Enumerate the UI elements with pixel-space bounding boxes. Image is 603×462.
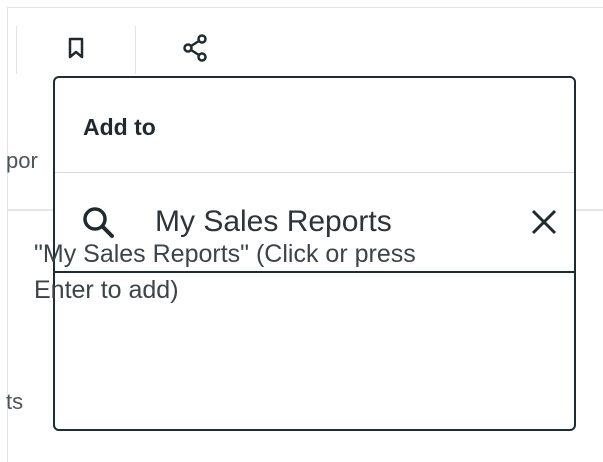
popover-header: Add to — [55, 78, 574, 173]
share-icon — [183, 34, 207, 62]
clear-search-button[interactable] — [525, 203, 563, 241]
popover-title: Add to — [83, 114, 156, 140]
close-icon — [531, 209, 557, 235]
background-partial-text: por — [6, 148, 38, 173]
add-suggestion-item[interactable]: "My Sales Reports" (Click or press Enter… — [34, 236, 474, 308]
background-partial-text: ts — [6, 389, 24, 414]
bookmark-icon — [68, 37, 84, 59]
bookmark-button[interactable] — [58, 30, 94, 66]
share-button[interactable] — [177, 30, 213, 66]
background-top-border — [8, 7, 603, 8]
toolbar-divider — [135, 26, 136, 74]
toolbar-divider — [16, 26, 17, 74]
